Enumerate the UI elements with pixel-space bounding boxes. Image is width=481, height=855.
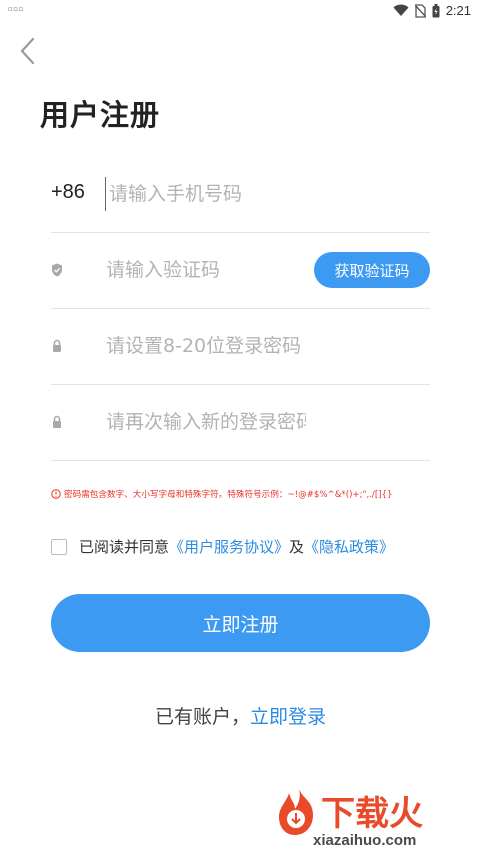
alert-circle-icon xyxy=(51,489,61,499)
watermark-url: xiazaihuo.com xyxy=(313,832,416,849)
confirm-password-field xyxy=(51,385,430,461)
agreement-and: 及 xyxy=(289,538,305,556)
verification-code-input[interactable] xyxy=(106,253,306,287)
page-title: 用户注册 xyxy=(40,98,161,132)
back-button[interactable] xyxy=(14,36,42,66)
status-icons: 2:21 xyxy=(393,3,471,18)
status-notification: ▫▫▫ xyxy=(8,5,24,13)
status-time: 2:21 xyxy=(445,3,471,18)
watermark-brand: 下载火 xyxy=(321,794,423,834)
watermark-logo: 下载火 xiazaihuo.com xyxy=(279,789,423,849)
password-field xyxy=(51,309,430,385)
password-hint: 密码需包含数字、大小写字母和特殊字符。特殊符号示例：~!@#$%^&*()+;"… xyxy=(51,488,392,500)
chevron-left-icon xyxy=(20,37,35,65)
register-button[interactable]: 立即注册 xyxy=(51,594,430,652)
confirm-password-input[interactable] xyxy=(106,405,306,439)
privacy-link[interactable]: 《隐私政策》 xyxy=(304,536,394,557)
login-link[interactable]: 立即登录 xyxy=(250,706,326,728)
terms-link[interactable]: 《用户服务协议》 xyxy=(169,536,289,557)
phone-input[interactable] xyxy=(105,177,305,211)
password-input[interactable] xyxy=(106,329,306,363)
agreement-prefix: 已阅读并同意 xyxy=(79,538,170,556)
status-bar: ▫▫▫ 2:21 xyxy=(0,0,481,22)
no-sim-icon xyxy=(414,3,426,18)
shield-icon xyxy=(52,263,62,277)
phone-field: +86 xyxy=(51,157,430,233)
lock-icon xyxy=(53,415,61,428)
country-code[interactable]: +86 xyxy=(51,181,85,204)
battery-icon xyxy=(432,3,440,17)
verification-code-field: 获取验证码 xyxy=(51,233,430,309)
lock-icon xyxy=(53,339,61,352)
login-row: 已有账户，立即登录 xyxy=(0,702,481,729)
login-prefix: 已有账户， xyxy=(154,706,250,728)
agreement-checkbox[interactable] xyxy=(51,538,67,555)
agreement-row: 已阅读并同意 《用户服务协议》 及 《隐私政策》 xyxy=(51,536,394,557)
password-hint-text: 密码需包含数字、大小写字母和特殊字符。特殊符号示例：~!@#$%^&*()+;"… xyxy=(64,490,393,500)
get-code-button[interactable]: 获取验证码 xyxy=(314,252,430,288)
wifi-icon xyxy=(393,4,409,16)
